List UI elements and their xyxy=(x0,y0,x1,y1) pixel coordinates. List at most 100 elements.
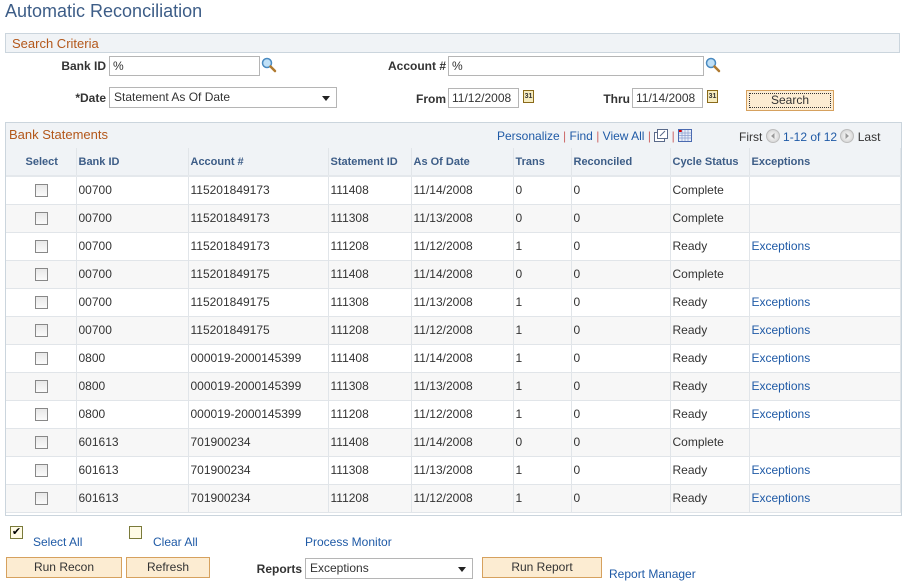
statement-id-cell: 111308 xyxy=(328,204,412,233)
clear-all-checkbox-icon[interactable] xyxy=(129,526,142,539)
account-cell: 701900234 xyxy=(188,428,329,457)
select-all-checkbox-icon[interactable]: ✔ xyxy=(10,526,23,539)
row-range: 1-12 of 12 xyxy=(783,130,838,144)
bank-id-lookup-icon[interactable] xyxy=(261,57,277,73)
col-header-bank-id[interactable]: Bank ID xyxy=(76,148,189,177)
report-manager-link[interactable]: Report Manager xyxy=(609,567,696,581)
account-input[interactable] xyxy=(448,56,704,76)
reconciled-cell: 0 xyxy=(571,428,671,457)
statement-id-cell: 111408 xyxy=(328,344,412,373)
exceptions-cell: Exceptions xyxy=(749,484,901,513)
reports-select-value: Exceptions xyxy=(310,561,369,575)
row-select-checkbox[interactable] xyxy=(35,268,49,282)
exceptions-link[interactable]: Exceptions xyxy=(752,295,811,309)
row-select-checkbox[interactable] xyxy=(35,324,49,338)
date-select-value: Statement As Of Date xyxy=(114,90,231,104)
date-select[interactable]: Statement As Of Date xyxy=(109,87,337,108)
exceptions-cell xyxy=(749,204,901,233)
download-spreadsheet-icon[interactable] xyxy=(678,129,693,145)
row-select-checkbox[interactable] xyxy=(35,212,49,226)
bank-id-cell: 0800 xyxy=(76,372,189,401)
reports-select[interactable]: Exceptions xyxy=(305,558,473,579)
cycle-status-cell: Ready xyxy=(670,456,750,485)
grid-toolbar: Personalize | Find | View All | | xyxy=(497,129,693,145)
reconciled-cell: 0 xyxy=(571,288,671,317)
next-icon[interactable] xyxy=(840,129,855,143)
select-all-link[interactable]: Select All xyxy=(33,535,82,549)
search-button-label: Search xyxy=(749,93,831,108)
cycle-status-cell: Complete xyxy=(670,428,750,457)
table-row: 00700 115201849173 111208 11/12/2008 1 0 Ready… xyxy=(6,232,901,261)
thru-date-input[interactable] xyxy=(632,88,703,108)
cycle-status-cell: Complete xyxy=(670,260,750,289)
bank-id-input[interactable] xyxy=(109,56,260,76)
account-cell: 115201849173 xyxy=(188,204,329,233)
row-select-checkbox[interactable] xyxy=(35,464,49,478)
reconciled-cell: 0 xyxy=(571,260,671,289)
select-cell xyxy=(6,428,77,457)
row-select-checkbox[interactable] xyxy=(35,380,49,394)
exceptions-link[interactable]: Exceptions xyxy=(752,463,811,477)
exceptions-cell: Exceptions xyxy=(749,316,901,345)
trans-cell: 0 xyxy=(513,428,572,457)
account-lookup-icon[interactable] xyxy=(705,57,721,73)
clear-all-link[interactable]: Clear All xyxy=(153,535,198,549)
row-select-checkbox[interactable] xyxy=(35,408,49,422)
refresh-button[interactable]: Refresh xyxy=(126,557,210,578)
reconciled-cell: 0 xyxy=(571,344,671,373)
col-header-as-of-date[interactable]: As Of Date xyxy=(411,148,514,177)
col-header-statement-id[interactable]: Statement ID xyxy=(328,148,412,177)
process-monitor-link[interactable]: Process Monitor xyxy=(305,535,392,549)
row-select-checkbox[interactable] xyxy=(35,184,49,198)
as-of-date-cell: 11/13/2008 xyxy=(411,288,514,317)
select-cell xyxy=(6,456,77,485)
select-cell xyxy=(6,232,77,261)
run-recon-button[interactable]: Run Recon xyxy=(6,557,122,578)
table-row: 601613 701900234 111208 11/12/2008 1 0 Ready Ex… xyxy=(6,484,901,513)
first-label: First xyxy=(739,130,763,144)
row-select-checkbox[interactable] xyxy=(35,240,49,254)
new-window-icon[interactable] xyxy=(654,129,669,145)
exceptions-link[interactable]: Exceptions xyxy=(752,379,811,393)
col-header-account[interactable]: Account # xyxy=(188,148,329,177)
exceptions-cell: Exceptions xyxy=(749,288,901,317)
row-select-checkbox[interactable] xyxy=(35,492,49,506)
account-cell: 000019-2000145399 xyxy=(188,400,329,429)
col-header-trans[interactable]: Trans xyxy=(513,148,572,177)
from-calendar-icon[interactable]: 31 xyxy=(523,90,534,103)
row-select-checkbox[interactable] xyxy=(35,296,49,310)
col-header-cycle-status[interactable]: Cycle Status xyxy=(670,148,750,177)
bank-id-cell: 0800 xyxy=(76,344,189,373)
view-all-link[interactable]: View All xyxy=(603,129,645,143)
trans-cell: 1 xyxy=(513,372,572,401)
exceptions-link[interactable]: Exceptions xyxy=(752,407,811,421)
as-of-date-cell: 11/14/2008 xyxy=(411,260,514,289)
thru-label: Thru xyxy=(603,92,630,106)
exceptions-link[interactable]: Exceptions xyxy=(752,323,811,337)
find-link[interactable]: Find xyxy=(570,129,593,143)
exceptions-link[interactable]: Exceptions xyxy=(752,491,811,505)
table-row: 601613 701900234 111408 11/14/2008 0 0 Complet… xyxy=(6,428,901,457)
col-header-exceptions[interactable]: Exceptions xyxy=(749,148,901,177)
select-cell xyxy=(6,260,77,289)
reconciled-cell: 0 xyxy=(571,176,671,205)
table-row: 601613 701900234 111308 11/13/2008 1 0 Ready Ex… xyxy=(6,456,901,485)
exceptions-link[interactable]: Exceptions xyxy=(752,239,811,253)
from-date-input[interactable] xyxy=(448,88,519,108)
row-select-checkbox[interactable] xyxy=(35,352,49,366)
table-header-row: Select Bank ID Account # Statement ID As… xyxy=(6,148,901,177)
personalize-link[interactable]: Personalize xyxy=(497,129,560,143)
trans-cell: 1 xyxy=(513,400,572,429)
page-title: Automatic Reconciliation xyxy=(5,1,203,21)
reports-label: Reports xyxy=(256,562,302,576)
run-report-button[interactable]: Run Report xyxy=(482,557,602,578)
exceptions-link[interactable]: Exceptions xyxy=(752,351,811,365)
trans-cell: 1 xyxy=(513,232,572,261)
previous-icon[interactable] xyxy=(765,129,780,143)
row-select-checkbox[interactable] xyxy=(35,436,49,450)
col-header-reconciled[interactable]: Reconciled xyxy=(571,148,671,177)
chevron-down-icon xyxy=(322,96,330,101)
select-cell xyxy=(6,176,77,205)
thru-calendar-icon[interactable]: 31 xyxy=(707,90,718,103)
search-button[interactable]: Search xyxy=(746,90,834,111)
